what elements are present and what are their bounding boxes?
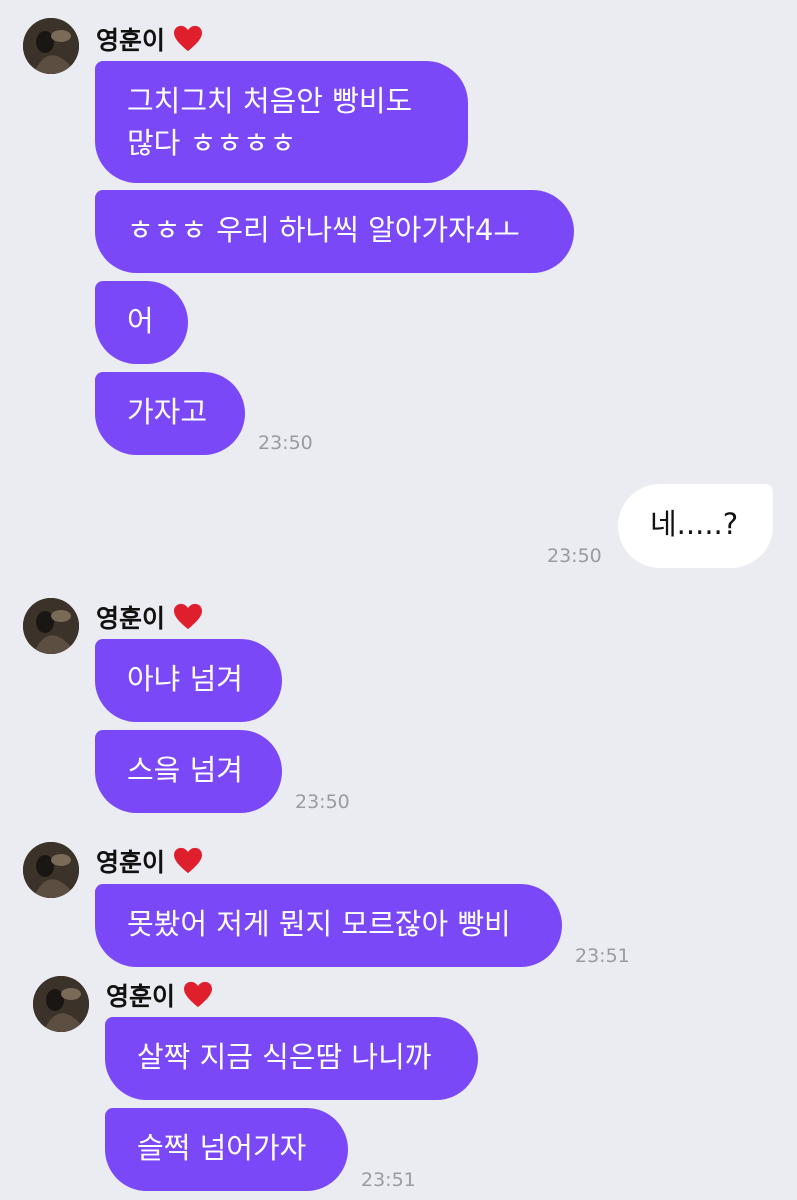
sender-name: 영훈이	[96, 597, 203, 637]
my-message-bubble[interactable]: 네.....?	[618, 484, 773, 568]
message-bubble[interactable]: 못봤어 저게 뭔지 모르잖아 빵비	[95, 884, 562, 967]
sender-name-label: 영훈이	[96, 604, 166, 633]
sender-name-label: 영훈이	[96, 26, 166, 55]
message-timestamp: 23:50	[295, 791, 350, 813]
sender-name: 영훈이	[106, 975, 213, 1015]
message-bubble[interactable]: 어	[95, 281, 188, 364]
message-bubble[interactable]: 그치그치 처음안 빵비도 많다 ㅎㅎㅎㅎ	[95, 61, 468, 183]
message-bubble[interactable]: 스읔 넘겨	[95, 730, 282, 813]
chat-screen: 영훈이 그치그치 처음안 빵비도 많다 ㅎㅎㅎㅎ ㅎㅎㅎ 우리 하나씩 알아가자…	[0, 0, 797, 1200]
message-bubble[interactable]: 슬쩍 넘어가자	[105, 1108, 348, 1191]
sender-name: 영훈이	[96, 19, 203, 59]
message-bubble[interactable]: 가자고	[95, 372, 245, 455]
message-bubble[interactable]: 아냐 넘겨	[95, 639, 282, 722]
message-timestamp: 23:50	[547, 545, 602, 567]
red-heart-icon	[174, 603, 203, 630]
message-timestamp: 23:51	[575, 945, 630, 967]
message-bubble[interactable]: 살짝 지금 식은땀 나니까	[105, 1017, 478, 1100]
sender-name-label: 영훈이	[106, 982, 176, 1011]
message-timestamp: 23:50	[258, 432, 313, 454]
red-heart-icon	[174, 847, 203, 874]
message-bubble[interactable]: ㅎㅎㅎ 우리 하나씩 알아가자4ㅗ	[95, 190, 574, 273]
sender-avatar[interactable]	[23, 842, 79, 898]
sender-name: 영훈이	[96, 841, 203, 881]
sender-avatar[interactable]	[23, 598, 79, 654]
message-timestamp: 23:51	[361, 1169, 416, 1191]
red-heart-icon	[174, 25, 203, 52]
sender-avatar[interactable]	[33, 976, 89, 1032]
sender-name-label: 영훈이	[96, 848, 166, 877]
sender-avatar[interactable]	[23, 18, 79, 74]
red-heart-icon	[184, 981, 213, 1008]
